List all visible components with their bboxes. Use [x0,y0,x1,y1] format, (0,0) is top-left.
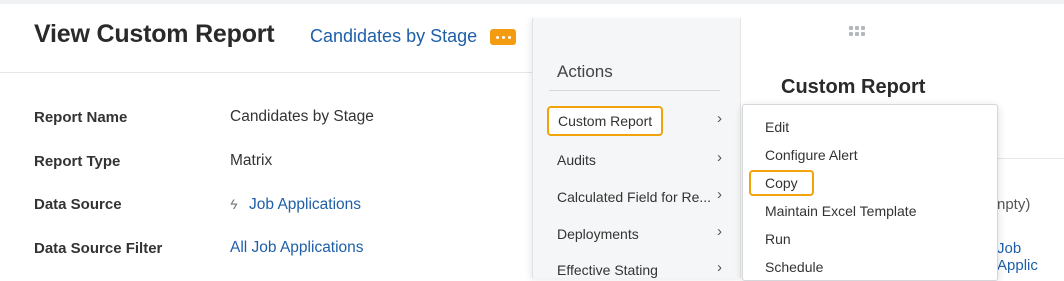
submenu-copy[interactable]: Copy [749,170,814,196]
action-effective-stating[interactable]: Effective Stating [557,262,658,278]
submenu-edit[interactable]: Edit [765,119,789,135]
custom-report-submenu: Edit Configure Alert Copy Maintain Excel… [742,104,998,281]
submenu-schedule[interactable]: Schedule [765,259,823,275]
submenu-maintain-excel-template[interactable]: Maintain Excel Template [765,203,916,219]
custom-report-title: Custom Report [781,76,926,98]
drag-grip-icon[interactable] [849,26,865,36]
page-title: View Custom Report [34,20,275,48]
actions-panel: Actions Custom Report › Audits › Calcula… [532,18,740,278]
chevron-right-icon: › [717,186,722,203]
report-name-label: Report Name [34,109,128,126]
side-job-applications-link[interactable]: Job Applic [997,240,1064,274]
data-source-label: Data Source [34,196,122,213]
data-source-filter-link[interactable]: All Job Applications [230,239,364,257]
report-name-value: Candidates by Stage [230,108,374,125]
report-type-label: Report Type [34,153,121,170]
action-custom-report[interactable]: Custom Report [547,106,664,136]
side-empty-text: npty) [997,196,1031,213]
header-divider [0,72,532,73]
chevron-right-icon: › [717,259,722,276]
submenu-run[interactable]: Run [765,231,791,247]
data-source-link[interactable]: Job Applications [249,196,361,214]
action-deployments[interactable]: Deployments [557,226,639,242]
chevron-right-icon: › [717,223,722,240]
report-name-link[interactable]: Candidates by Stage [310,26,477,47]
action-calculated-field[interactable]: Calculated Field for Re... [557,189,711,205]
side-divider [997,158,1064,159]
submenu-configure-alert[interactable]: Configure Alert [765,147,858,163]
actions-title: Actions [557,62,613,81]
chevron-right-icon: › [717,149,722,166]
data-source-filter-label: Data Source Filter [34,240,163,257]
actions-divider [549,90,720,91]
lightning-icon: ϟ [230,196,238,212]
more-options-icon[interactable] [490,29,516,45]
chevron-right-icon: › [717,110,722,127]
action-audits[interactable]: Audits [557,152,596,168]
top-border [0,0,1064,4]
report-type-value: Matrix [230,152,273,169]
